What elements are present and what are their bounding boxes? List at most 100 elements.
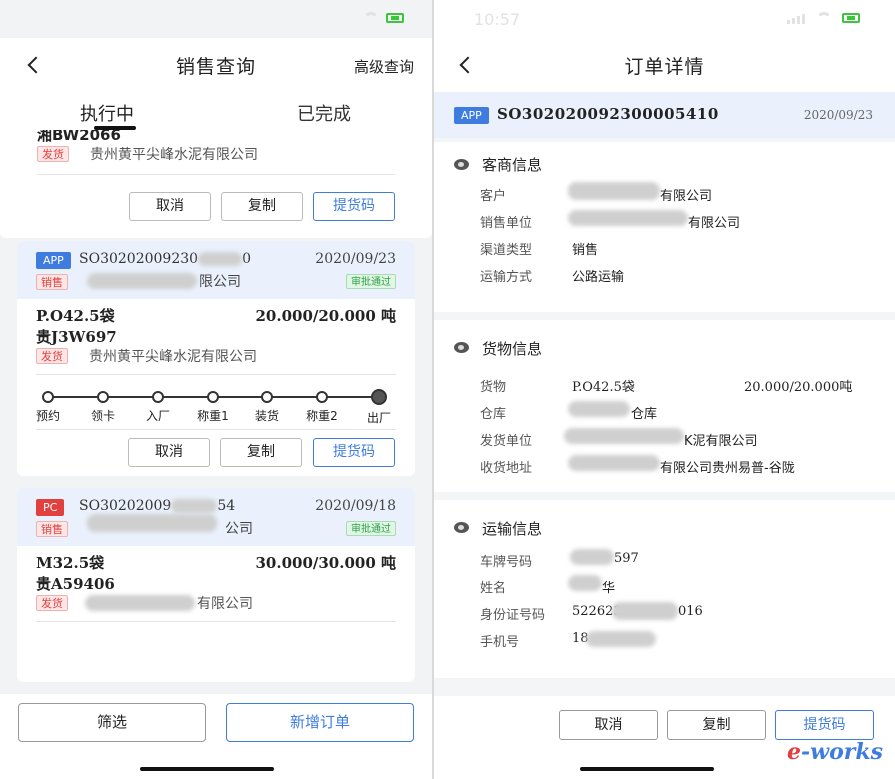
field-value: 销售 [572, 243, 599, 258]
status-bar: 10:57 [434, 0, 895, 38]
redacted-block [568, 182, 660, 200]
plate-number: 贵J3W697 [36, 328, 117, 346]
signal-icon [787, 14, 805, 24]
section-title: 货物信息 [482, 340, 543, 358]
type-tag: 销售 [36, 274, 68, 290]
divider [36, 621, 396, 622]
sales-query-screen: 销售查询 高级查询 湘BW2066 发货 贵州黄平尖峰水泥有限公司 取消 复制 … [0, 0, 432, 779]
tab-bar: 执行中 已完成 [0, 92, 432, 130]
field-label: 发货单位 [480, 434, 533, 449]
source-badge: APP [36, 252, 71, 269]
divider [36, 374, 396, 375]
pickup-code-button[interactable]: 提货码 [313, 192, 395, 221]
order-number: SO30202009230 0 [79, 251, 251, 267]
field-label: 货物 [480, 380, 507, 395]
redacted-block [87, 273, 197, 289]
advanced-query-button[interactable]: 高级查询 [354, 56, 414, 77]
wifi-icon [363, 12, 379, 24]
status-time: 10:57 [474, 10, 521, 29]
redacted-block [586, 631, 656, 647]
ship-company: 有限公司 [197, 596, 253, 612]
tab-indicator [94, 126, 136, 130]
nav-bar: 订单详情 [434, 38, 895, 92]
step: 入厂 [128, 391, 188, 424]
redacted-block [568, 401, 630, 417]
ship-company: 贵州黄平尖峰水泥有限公司 [89, 349, 257, 365]
field-label: 车牌号码 [480, 555, 533, 570]
field-label: 收货地址 [480, 461, 533, 476]
section-title: 客商信息 [482, 156, 543, 174]
field-label: 客户 [480, 189, 507, 204]
step: 称重2 [292, 391, 352, 424]
cancel-button[interactable]: 取消 [128, 438, 210, 467]
redacted-block [568, 455, 660, 471]
field-value: 有限公司贵州易普-谷陇 [660, 461, 795, 476]
redacted-block [87, 514, 217, 532]
divider [37, 174, 395, 175]
step: 称重1 [183, 391, 243, 424]
customer-name: 公司 [225, 521, 253, 537]
order-date: 2020/09/23 [315, 251, 396, 267]
page-title: 订单详情 [624, 56, 705, 78]
cancel-button[interactable]: 取消 [559, 710, 658, 740]
redacted-block [568, 210, 688, 226]
field-value: 有限公司 [688, 216, 741, 231]
step-current: 出厂 [349, 389, 409, 426]
home-indicator[interactable] [580, 767, 714, 771]
redacted-block [564, 428, 684, 444]
product-name: M32.5袋 [36, 554, 105, 572]
redacted-block [85, 595, 195, 611]
step: 领卡 [73, 391, 133, 424]
tab-in-progress[interactable]: 执行中 [80, 100, 134, 126]
order-number: SO30202009 54 [79, 498, 236, 514]
field-value: 公路运输 [572, 270, 625, 285]
new-order-button[interactable]: 新增订单 [226, 703, 414, 742]
order-card[interactable]: PC SO30202009 54 2020/09/18 销售 公司 审批通过 M3… [17, 488, 415, 682]
transport-section: 运输信息 车牌号码 597 姓名 华 身份证号码 522623 016 手机号 … [434, 500, 895, 678]
field-value: 华 [602, 581, 616, 596]
progress-steps: 预约 领卡 入厂 称重1 装货 称重2 出厂 [36, 389, 396, 425]
pickup-code-button[interactable]: 提货码 [313, 438, 395, 467]
quantity: 20.000/20.000 吨 [255, 307, 396, 325]
home-indicator[interactable] [140, 767, 274, 771]
status-bar [0, 0, 432, 38]
divider [36, 429, 396, 430]
copy-button[interactable]: 复制 [221, 192, 303, 221]
order-detail-screen: 10:57 订单详情 APP SO302020092300005410 2020… [434, 0, 895, 779]
section-title: 运输信息 [482, 520, 543, 538]
section-icon [454, 522, 469, 533]
order-card[interactable]: APP SO30202009230 0 2020/09/23 销售 限公司 审批通… [17, 241, 415, 476]
status-badge: 审批通过 [346, 521, 396, 536]
pickup-code-button[interactable]: 提货码 [775, 710, 874, 740]
quantity: 30.000/30.000 吨 [255, 554, 396, 572]
section-icon [454, 342, 469, 353]
field-label: 姓名 [480, 581, 507, 596]
type-tag: 销售 [36, 521, 68, 537]
section-icon [454, 159, 469, 170]
cancel-button[interactable]: 取消 [129, 192, 211, 221]
field-label: 渠道类型 [480, 243, 533, 258]
wifi-icon [816, 12, 832, 24]
bottom-bar: 筛选 新增订单 [0, 694, 432, 779]
copy-button[interactable]: 复制 [220, 438, 302, 467]
card-header: PC SO30202009 54 2020/09/18 销售 公司 审批通过 [17, 488, 415, 546]
ship-tag: 发货 [37, 146, 69, 162]
field-label: 手机号 [480, 635, 520, 650]
customer-name: 限公司 [199, 274, 241, 290]
field-label: 仓库 [480, 407, 507, 422]
copy-button[interactable]: 复制 [667, 710, 766, 740]
order-date: 2020/09/23 [803, 108, 873, 122]
redacted-block [570, 549, 614, 565]
field-value: 016 [678, 604, 703, 619]
field-label: 运输方式 [480, 270, 533, 285]
filter-button[interactable]: 筛选 [18, 703, 206, 742]
order-date: 2020/09/18 [315, 498, 396, 514]
field-value: K泥有限公司 [684, 434, 758, 449]
nav-bar: 销售查询 高级查询 [0, 38, 432, 92]
merchant-section: 客商信息 客户 有限公司 销售单位 有限公司 渠道类型 销售 运输方式 公路运输 [434, 142, 895, 312]
field-label: 身份证号码 [480, 608, 546, 623]
ship-company: 贵州黄平尖峰水泥有限公司 [90, 147, 258, 163]
eworks-logo: e-works [787, 739, 883, 765]
field-value: 597 [614, 551, 639, 566]
tab-completed[interactable]: 已完成 [297, 100, 351, 126]
